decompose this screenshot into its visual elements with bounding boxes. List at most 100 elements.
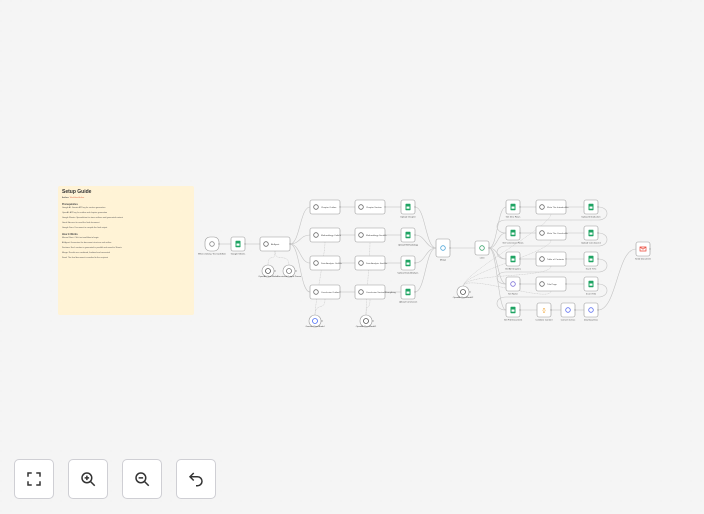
output-handle[interactable] (597, 206, 599, 208)
node-label: Conclusion Section Everything (366, 291, 396, 294)
node-download-doc[interactable]: Download Doc (583, 302, 599, 322)
sticky-line: Send: The final document is emailed to t… (62, 257, 108, 259)
sticky-note-setup-guide[interactable]: Setup Guide Author: Workflow Author Prer… (58, 186, 194, 315)
output-handle[interactable] (244, 243, 246, 245)
output-handle[interactable] (565, 283, 567, 285)
output-handle[interactable] (519, 309, 521, 311)
node-ai-agent[interactable]: AI Agent (259, 236, 291, 252)
output-handle[interactable] (519, 258, 521, 260)
sticky-line: Google Sheets: Spreadsheet to store outl… (62, 217, 123, 219)
node-chapter-outline[interactable]: Chapter Outline (309, 199, 341, 215)
node-label: Get Full Document (504, 319, 523, 322)
undo-icon (188, 472, 203, 487)
node-methodology-outline[interactable]: Methodology Outline (309, 227, 342, 243)
node-label: Upload Methodology (398, 244, 419, 247)
node-label: Set Name (508, 293, 519, 296)
sticky-line: AI Agent: Generates the document structu… (62, 242, 112, 244)
output-handle[interactable] (339, 206, 341, 208)
output-handle[interactable] (339, 262, 341, 264)
node-label: OpenAI Chat Model1 (356, 325, 377, 328)
node-table-of-contents[interactable]: Table of Contents (535, 251, 567, 267)
output-handle[interactable] (519, 232, 521, 234)
node-label: Limit (480, 257, 485, 260)
output-handle[interactable] (565, 206, 567, 208)
node-google-sheets[interactable]: Google Sheets (230, 236, 246, 256)
node-label: Conclusion Outline (321, 291, 340, 294)
output-handle[interactable] (449, 247, 451, 249)
output-handle[interactable] (414, 291, 416, 293)
output-handle[interactable] (565, 258, 567, 260)
node-write-the-introduction[interactable]: Write The Introduction (535, 199, 569, 215)
output-handle[interactable] (649, 248, 651, 250)
output-handle[interactable] (550, 309, 552, 311)
output-handle[interactable] (384, 262, 386, 264)
node-label: OpenAI Chat Model2 (453, 296, 474, 299)
node-get-full-document[interactable]: Get Full Document (504, 302, 523, 322)
output-handle[interactable] (414, 206, 416, 208)
output-handle[interactable] (295, 270, 297, 272)
zoom-in-button[interactable] (68, 459, 108, 499)
node-label: Data Analysis Outline (321, 262, 343, 265)
node-label: Google Sheets (231, 253, 246, 256)
node-send-document[interactable]: Send Document (635, 241, 651, 261)
output-handle[interactable] (519, 283, 521, 285)
node-label: Insert TOC (586, 268, 597, 271)
output-handle[interactable] (218, 243, 220, 245)
node-data-analysis-section[interactable]: Data Analysis Section (354, 255, 388, 271)
sheets-icon (510, 203, 516, 211)
output-handle[interactable] (321, 320, 323, 322)
sticky-line: Gmail: Account to send the final documen… (62, 222, 100, 224)
output-handle[interactable] (372, 320, 374, 322)
output-handle[interactable] (597, 283, 599, 285)
node-write-the-conclusion[interactable]: Write The Conclusion (535, 225, 569, 241)
output-handle[interactable] (519, 206, 521, 208)
node-combine-content[interactable]: {} Combine Content (535, 302, 553, 322)
output-handle[interactable] (289, 243, 291, 245)
output-handle[interactable] (384, 291, 386, 293)
fit-view-button[interactable] (14, 459, 54, 499)
node-label: Methodology Outline (321, 234, 342, 237)
node-label: Download Doc (584, 320, 599, 322)
zoom-out-button[interactable] (122, 459, 162, 499)
node-label: Gemini Chat Model (306, 325, 325, 328)
output-handle[interactable] (384, 206, 386, 208)
node-methodology-section[interactable]: Methodology Section (354, 227, 387, 243)
author-prefix: Author: (62, 197, 70, 199)
node-data-analysis-outline[interactable]: Data Analysis Outline (309, 255, 343, 271)
node-label: Table of Contents (547, 258, 565, 261)
output-handle[interactable] (597, 258, 599, 260)
output-handle[interactable] (414, 262, 416, 264)
sheets-icon (405, 259, 411, 267)
node-conclusion-outline[interactable]: Conclusion Outline (309, 284, 341, 300)
output-handle[interactable] (574, 309, 576, 311)
output-handle[interactable] (469, 291, 471, 293)
node-title-page[interactable]: Title Page (535, 276, 567, 292)
node-get-all-chapters[interactable]: Get All Chapters (505, 251, 522, 271)
output-handle[interactable] (488, 247, 490, 249)
node-label: Convert to Doc (561, 319, 576, 322)
node-label: Methodology Section (366, 234, 387, 237)
output-handle[interactable] (414, 234, 416, 236)
node-chapter-section[interactable]: Chapter Section (354, 199, 386, 215)
node-get-intro-rows[interactable]: Get Intro Rows (505, 199, 521, 219)
output-handle[interactable] (597, 309, 599, 311)
undo-button[interactable] (176, 459, 216, 499)
node-label: OpenAI Chat Model (258, 275, 278, 278)
output-handle[interactable] (384, 234, 386, 236)
node-upload-introduction[interactable]: Upload Introduction (582, 199, 602, 219)
sheets-icon (405, 203, 411, 211)
output-handle[interactable] (274, 270, 276, 272)
node-label: Upload Chapter (400, 216, 416, 219)
node-convert-to-doc[interactable]: Convert to Doc (560, 302, 576, 322)
node-label: When clicking 'Test workflow' (198, 253, 227, 256)
node-label: Merge (440, 259, 447, 262)
author-link[interactable]: Workflow Author (70, 197, 85, 199)
output-handle[interactable] (339, 234, 341, 236)
output-handle[interactable] (339, 291, 341, 293)
node-label: Chapter Section (366, 206, 382, 209)
output-handle[interactable] (565, 232, 567, 234)
node-upload-chapter[interactable]: Upload Chapter (400, 199, 416, 219)
zoom-in-icon (81, 472, 96, 487)
node-upload-conclusion[interactable]: Upload Conclusion (399, 284, 418, 304)
output-handle[interactable] (597, 232, 599, 234)
